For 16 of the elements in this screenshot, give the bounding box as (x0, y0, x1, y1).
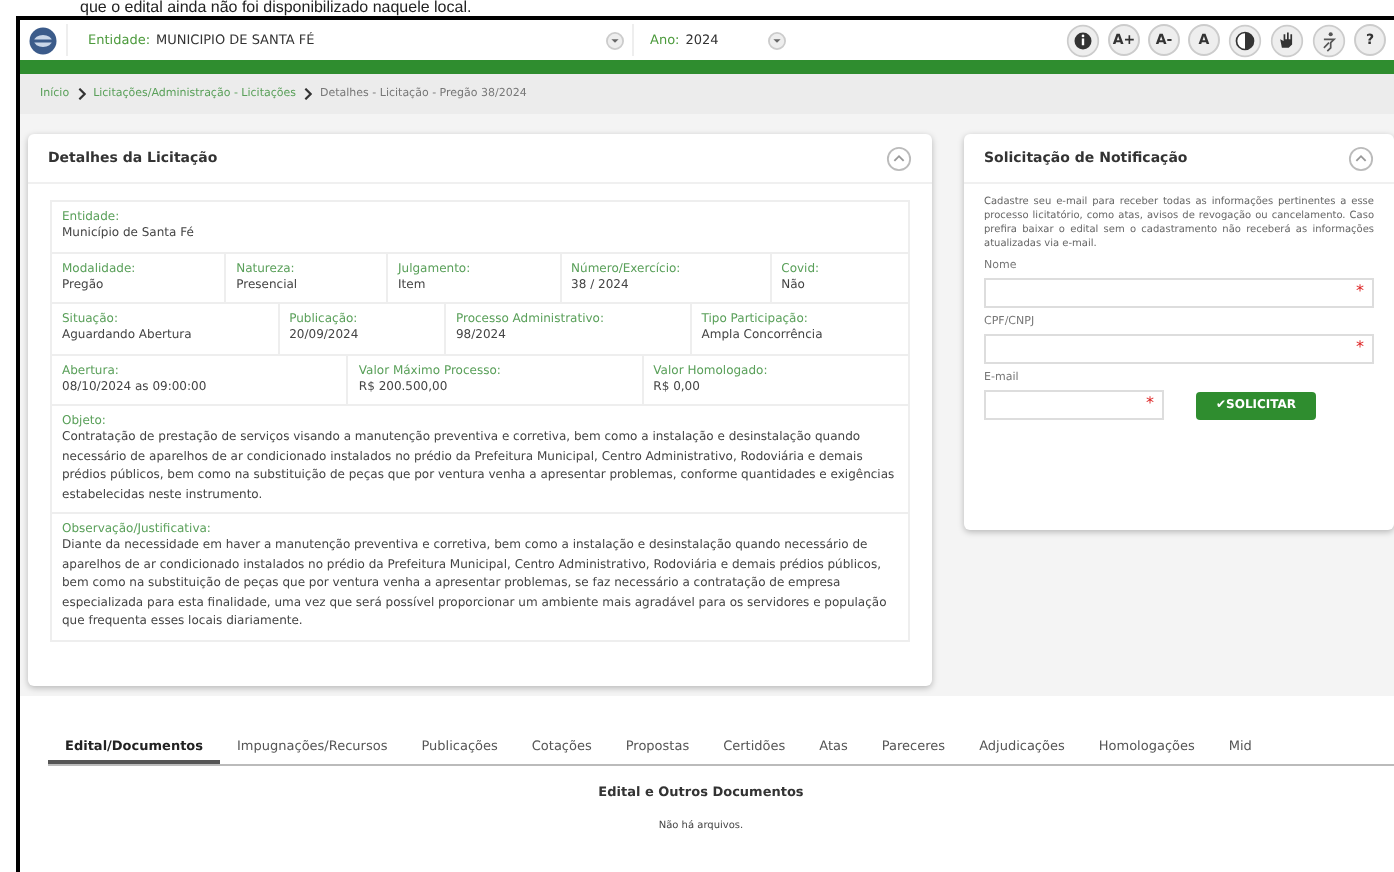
accessibility-icon[interactable] (1312, 23, 1346, 57)
required-mark: * (1356, 282, 1364, 302)
input-field[interactable]: * (984, 334, 1374, 364)
contrast-icon[interactable] (1228, 23, 1262, 57)
info-icon[interactable] (1066, 23, 1100, 57)
chevron-icon (77, 88, 86, 100)
required-mark: * (1146, 394, 1154, 414)
chevron-icon (304, 88, 312, 100)
required-mark: * (1356, 338, 1364, 358)
input-field[interactable]: * (984, 278, 1374, 308)
dropdown-icon[interactable] (768, 31, 786, 49)
dropdown-icon[interactable] (606, 31, 624, 49)
hand-icon[interactable] (1270, 23, 1304, 57)
logo-icon (28, 25, 58, 55)
caption-text: que o edital ainda não foi disponibilizado naquele local. (78, 0, 474, 16)
input-field[interactable]: * (984, 390, 1164, 420)
